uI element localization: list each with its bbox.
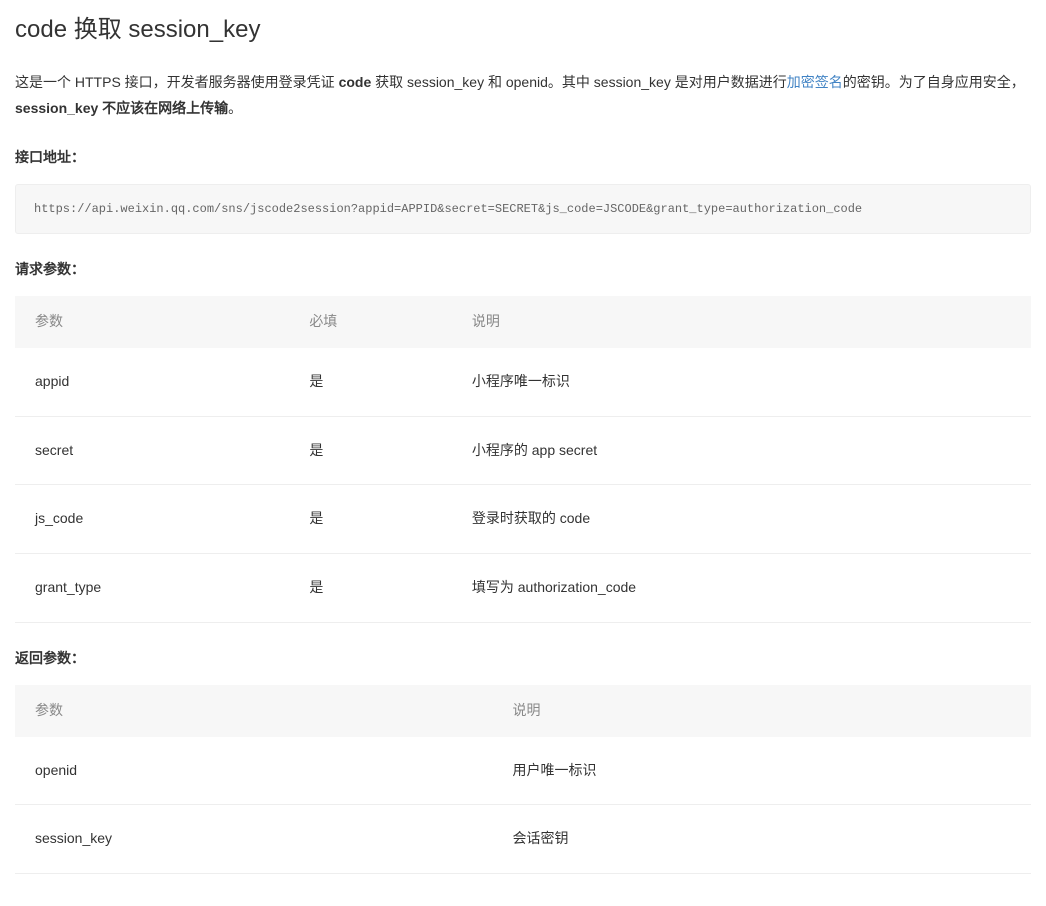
table-row: grant_type 是 填写为 authorization_code [15, 554, 1031, 623]
table-row: secret 是 小程序的 app secret [15, 416, 1031, 485]
cell-required: 是 [289, 554, 452, 623]
intro-bold-code: code [339, 74, 372, 90]
cell-desc: 登录时获取的 code [452, 485, 1031, 554]
header-param: 参数 [15, 685, 493, 737]
cell-required: 是 [289, 485, 452, 554]
cell-param: session_key [15, 805, 493, 874]
return-params-heading: 返回参数： [15, 647, 1031, 671]
header-param: 参数 [15, 296, 289, 348]
table-row: session_key 会话密钥 [15, 805, 1031, 874]
cell-desc: 填写为 authorization_code [452, 554, 1031, 623]
intro-bold-warning: session_key 不应该在网络上传输 [15, 100, 228, 116]
cell-required: 是 [289, 348, 452, 416]
request-params-table: 参数 必填 说明 appid 是 小程序唯一标识 secret 是 小程序的 a… [15, 296, 1031, 623]
cell-desc: 用户唯一标识 [493, 737, 1031, 805]
intro-text: 这是一个 HTTPS 接口，开发者服务器使用登录凭证 [15, 74, 339, 90]
cell-desc: 会话密钥 [493, 805, 1031, 874]
table-header-row: 参数 说明 [15, 685, 1031, 737]
api-address-heading: 接口地址： [15, 146, 1031, 170]
cell-param: secret [15, 416, 289, 485]
cell-param: grant_type [15, 554, 289, 623]
intro-text: 的密钥。为了自身应用安全， [843, 74, 1025, 90]
page-title: code 换取 session_key [15, 10, 1031, 51]
intro-text: 。 [228, 100, 242, 116]
header-required: 必填 [289, 296, 452, 348]
intro-text: 获取 session_key 和 openid。其中 session_key 是… [371, 74, 786, 90]
encrypt-sign-link[interactable]: 加密签名 [787, 74, 843, 90]
cell-desc: 小程序的 app secret [452, 416, 1031, 485]
return-params-table: 参数 说明 openid 用户唯一标识 session_key 会话密钥 [15, 685, 1031, 874]
header-desc: 说明 [452, 296, 1031, 348]
api-url-codeblock: https://api.weixin.qq.com/sns/jscode2ses… [15, 184, 1031, 234]
table-row: js_code 是 登录时获取的 code [15, 485, 1031, 554]
header-desc: 说明 [493, 685, 1031, 737]
cell-required: 是 [289, 416, 452, 485]
cell-param: js_code [15, 485, 289, 554]
cell-param: openid [15, 737, 493, 805]
cell-param: appid [15, 348, 289, 416]
intro-paragraph: 这是一个 HTTPS 接口，开发者服务器使用登录凭证 code 获取 sessi… [15, 69, 1031, 122]
table-header-row: 参数 必填 说明 [15, 296, 1031, 348]
table-row: openid 用户唯一标识 [15, 737, 1031, 805]
cell-desc: 小程序唯一标识 [452, 348, 1031, 416]
table-row: appid 是 小程序唯一标识 [15, 348, 1031, 416]
request-params-heading: 请求参数： [15, 258, 1031, 282]
